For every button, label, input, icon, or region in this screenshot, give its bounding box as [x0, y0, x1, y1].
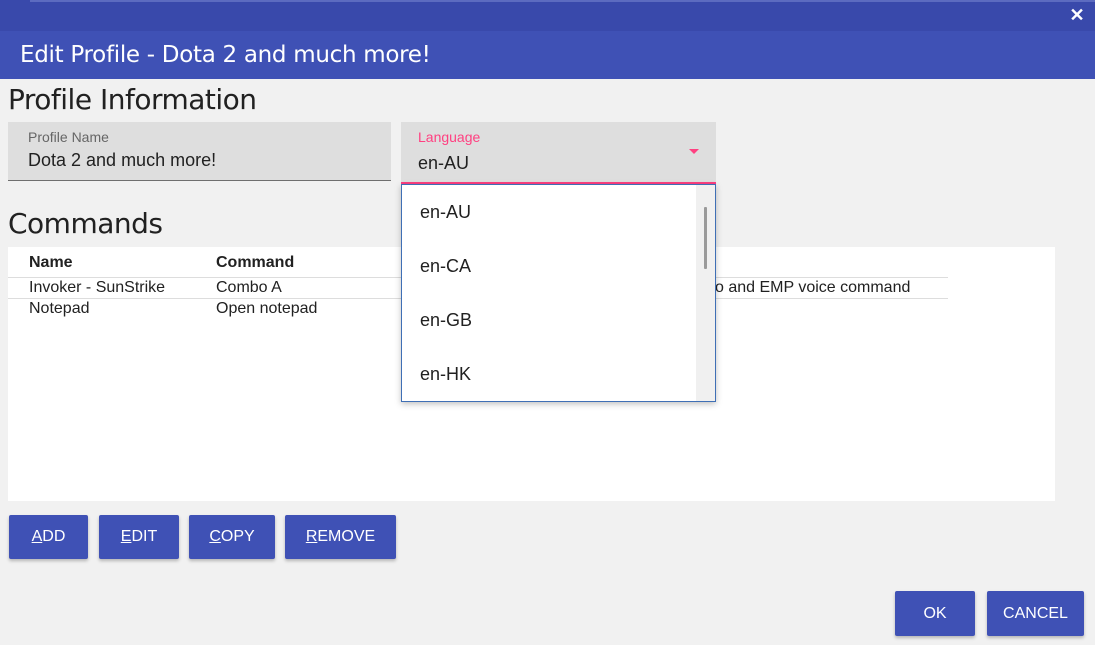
window-top-strip [30, 0, 1095, 2]
row-command-cell: Open notepad [216, 300, 318, 317]
column-header-name[interactable]: Name [29, 254, 73, 272]
column-header-command[interactable]: Command [216, 254, 294, 272]
copy-button[interactable]: COPY [189, 515, 275, 559]
edit-button[interactable]: EDIT [99, 515, 179, 559]
window-top-bar: ✕ [0, 0, 1095, 31]
language-label: Language [418, 129, 481, 145]
language-selected-value: en-AU [418, 153, 470, 173]
dropdown-scrollbar-thumb[interactable] [704, 207, 707, 269]
add-mnemonic: A [31, 528, 43, 545]
dropdown-arrow-icon[interactable] [689, 149, 699, 154]
add-button[interactable]: ADD [9, 515, 88, 559]
remove-label-rest: EMOVE [317, 528, 376, 545]
row-command-cell: Combo A [216, 279, 282, 296]
language-option-en-gb[interactable]: en-GB [420, 310, 472, 331]
profile-name-field[interactable]: Profile Name Dota 2 and much more! [8, 122, 391, 181]
copy-label-rest: OPY [220, 528, 255, 545]
dialog-title: Edit Profile - Dota 2 and much more! [20, 42, 431, 68]
row-description-cell: o and EMP voice command [715, 279, 911, 296]
row-name-cell: Notepad [29, 300, 90, 317]
dialog-title-bar: Edit Profile - Dota 2 and much more! [0, 31, 1095, 79]
language-select[interactable]: Language en-AU [401, 122, 716, 184]
edit-mnemonic: E [120, 528, 132, 545]
language-option-en-au[interactable]: en-AU [420, 202, 471, 223]
close-icon[interactable]: ✕ [1067, 4, 1087, 26]
ok-button[interactable]: OK [895, 591, 975, 636]
cancel-button[interactable]: CANCEL [987, 591, 1084, 636]
edit-label-rest: DIT [131, 528, 158, 545]
profile-name-value: Dota 2 and much more! [28, 150, 217, 170]
language-dropdown-list[interactable]: en-AU en-CA en-GB en-HK [401, 184, 716, 402]
remove-button[interactable]: REMOVE [285, 515, 396, 559]
row-name-cell: Invoker - SunStrike [29, 279, 166, 296]
profile-name-label: Profile Name [28, 129, 109, 145]
remove-mnemonic: R [305, 528, 318, 545]
add-label-rest: DD [42, 528, 66, 545]
dropdown-scrollbar[interactable] [696, 185, 715, 401]
language-option-en-ca[interactable]: en-CA [420, 256, 471, 277]
profile-information-heading: Profile Information [8, 83, 257, 116]
language-option-en-hk[interactable]: en-HK [420, 364, 471, 385]
copy-mnemonic: C [209, 528, 221, 545]
commands-heading: Commands [8, 207, 163, 240]
